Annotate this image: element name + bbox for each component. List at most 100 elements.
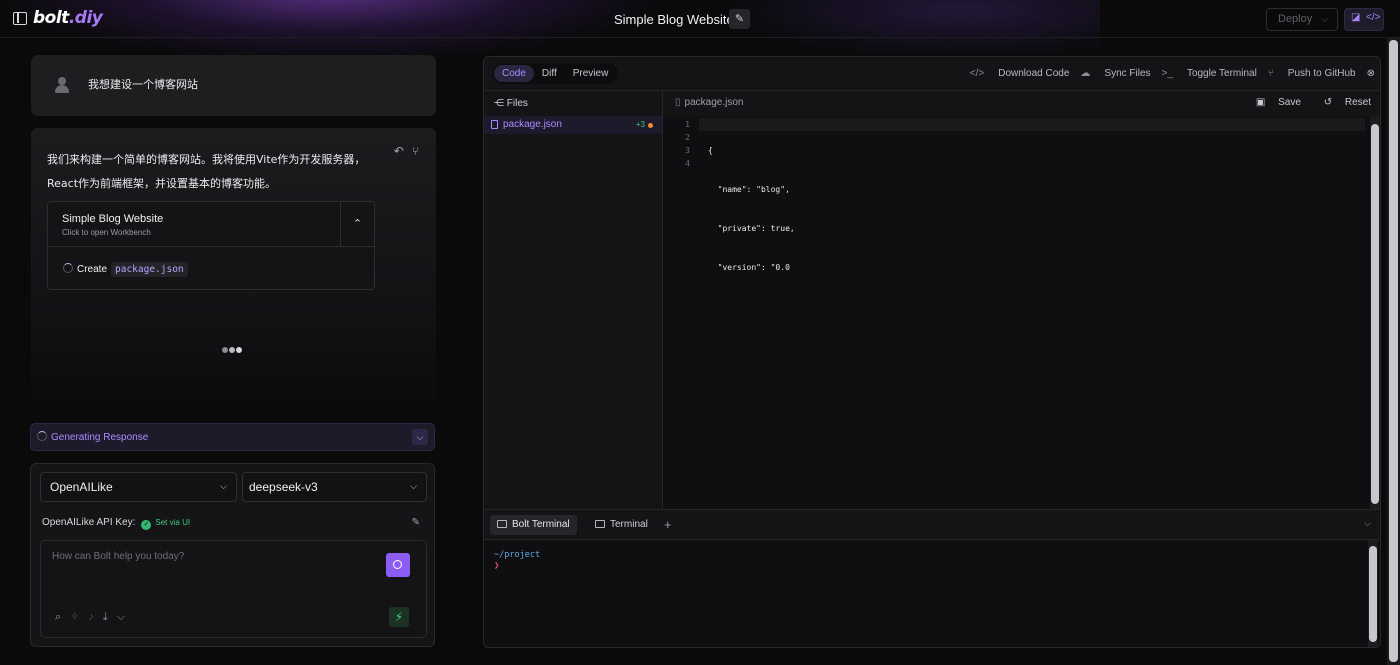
workbench-actions: </> Download Code ☁ Sync Files >_ Toggle Te… xyxy=(959,68,1375,79)
check-circle-icon: ✓ xyxy=(141,520,152,530)
assistant-message: ↶ ⑂ 我们来构建一个简单的博客网站。我将使用Vite作为开发服务器， React… xyxy=(31,128,436,418)
tab-diff[interactable]: Diff xyxy=(534,65,565,82)
artifact-action: Create package.json xyxy=(63,262,188,277)
sidebar-toggle-icon[interactable] xyxy=(13,12,27,25)
terminal-output[interactable]: ~/project ❯ xyxy=(484,540,1380,647)
file-name: package.json xyxy=(503,119,562,130)
reset-button[interactable]: ↺ Reset xyxy=(1314,97,1371,108)
lightning-icon: ⚡ xyxy=(394,610,404,624)
workbench: Code Diff Preview </> Download Code ☁ Sync… xyxy=(483,56,1381,648)
terminal-icon: >_ xyxy=(1161,68,1173,79)
terminal-icon xyxy=(497,520,507,528)
terminal-path: ~/project xyxy=(494,550,541,560)
terminal-icon xyxy=(595,520,605,528)
action-label: Create xyxy=(77,264,108,275)
push-to-github-button[interactable]: ⑂ Push to GitHub xyxy=(1268,68,1356,79)
code-icon: </> xyxy=(969,68,985,79)
code-line: { xyxy=(708,146,713,155)
artifact-header[interactable]: Simple Blog Website Click to open Workbe… xyxy=(48,202,374,247)
code-view-icon[interactable]: </> xyxy=(1366,12,1380,23)
prompt-toolbar: ⌕ ✧ ♪ ⤓ ⌵ xyxy=(55,610,134,624)
fork-icon[interactable]: ⑂ xyxy=(412,144,419,158)
chevron-down-icon[interactable]: ⌵ xyxy=(1364,518,1371,529)
message-actions: ↶ ⑂ xyxy=(386,144,419,158)
model-select[interactable]: deepseek-v3 ⌵ xyxy=(242,472,427,502)
file-icon: ▯ xyxy=(675,97,681,108)
file-tree-item[interactable]: package.json +3 xyxy=(484,116,662,134)
editor-file-tab[interactable]: ▯ package.json xyxy=(675,97,743,108)
artifact-card[interactable]: Simple Blog Website Click to open Workbe… xyxy=(47,201,375,290)
reset-icon: ↺ xyxy=(1323,97,1335,108)
tab-preview[interactable]: Preview xyxy=(565,65,617,82)
file-change-badge: +3 xyxy=(635,120,645,129)
api-key-status: Set via UI xyxy=(155,518,191,527)
project-title: Simple Blog Website xyxy=(614,12,734,27)
logo-accent-text: .diy xyxy=(68,8,103,28)
toggle-terminal-button[interactable]: >_ Toggle Terminal xyxy=(1162,68,1257,79)
code-line: "private": true, xyxy=(708,224,795,233)
download-icon[interactable]: ⤓ xyxy=(103,611,108,623)
chat-input-panel: OpenAILike ⌵ deepseek-v3 ⌵ OpenAILike AP… xyxy=(30,463,435,647)
deploy-button[interactable]: Deploy ⌵ xyxy=(1266,8,1338,31)
git-branch-icon: ⑂ xyxy=(1267,68,1274,79)
download-code-button[interactable]: </> Download Code xyxy=(970,68,1070,79)
app-logo[interactable]: bolt.diy xyxy=(33,8,103,28)
terminal-tabs: Bolt Terminal Terminal + ⌵ xyxy=(484,509,1380,540)
view-toggle[interactable]: ◪ </> xyxy=(1344,8,1384,31)
editor-tab-row: ▯ package.json ▣ Save ↺ Reset xyxy=(663,91,1380,116)
model-value: deepseek-v3 xyxy=(249,480,318,494)
chevron-down-icon: ⌵ xyxy=(220,481,227,491)
add-terminal-icon[interactable]: + xyxy=(664,517,672,532)
chevron-down-icon[interactable]: ⌵ xyxy=(117,611,125,623)
tab-terminal[interactable]: Terminal xyxy=(588,515,655,535)
chat-view-icon[interactable]: ◪ xyxy=(1351,12,1360,23)
assistant-text-line: 我们来构建一个简单的博客网站。我将使用Vite作为开发服务器， xyxy=(47,153,366,166)
code-lines: { "name": "blog", "private": true, "vers… xyxy=(708,118,795,300)
undo-icon[interactable]: ↶ xyxy=(394,144,404,158)
logo-text: bolt xyxy=(33,8,69,28)
record-button[interactable] xyxy=(386,553,410,577)
progress-expand-button[interactable]: ⌵ xyxy=(412,429,428,445)
save-icon: ▣ xyxy=(1255,97,1269,108)
edit-title-button[interactable]: ✎ xyxy=(729,9,750,29)
tab-code[interactable]: Code xyxy=(494,65,534,82)
sync-files-button[interactable]: ☁ Sync Files xyxy=(1080,68,1150,79)
file-icon xyxy=(491,120,498,129)
loading-spinner-icon xyxy=(63,263,73,273)
edit-api-key-button[interactable]: ✎ xyxy=(412,517,420,528)
sparkles-icon[interactable]: ✧ xyxy=(70,611,79,623)
current-line-highlight xyxy=(699,118,1365,131)
enhance-button[interactable]: ⚡ xyxy=(389,607,409,627)
provider-select[interactable]: OpenAILike ⌵ xyxy=(40,472,237,502)
loading-spinner-icon xyxy=(37,431,47,441)
tab-bolt-terminal[interactable]: Bolt Terminal xyxy=(490,515,577,535)
terminal-scrollbar[interactable] xyxy=(1368,540,1378,647)
save-button[interactable]: ▣ Save xyxy=(1246,97,1301,108)
code-area[interactable]: 1 2 3 4 { "name": "blog", "private": tru… xyxy=(663,116,1380,509)
editor-actions: ▣ Save ↺ Reset xyxy=(1236,97,1371,108)
progress-bar[interactable]: Generating Response ⌵ xyxy=(30,423,435,451)
terminal-prompt: ❯ xyxy=(494,561,500,571)
prompt-input[interactable] xyxy=(52,551,372,562)
line-numbers: 1 2 3 4 xyxy=(685,120,690,168)
close-icon[interactable]: ⊗ xyxy=(1367,68,1375,79)
pencil-icon: ✎ xyxy=(411,517,420,528)
artifact-collapse-button[interactable]: ⌃ xyxy=(340,202,374,247)
page-scrollbar[interactable] xyxy=(1387,38,1400,665)
editor-scrollbar[interactable] xyxy=(1370,116,1380,509)
api-key-label: OpenAILike API Key: xyxy=(42,517,136,528)
artifact-subtitle: Click to open Workbench xyxy=(62,228,151,237)
artifact-title: Simple Blog Website xyxy=(62,213,164,225)
microphone-icon[interactable]: ♪ xyxy=(88,611,94,623)
file-tree: ⋲ Files package.json +3 xyxy=(484,91,663,509)
attach-icon[interactable]: ⌕ xyxy=(55,611,61,623)
pencil-icon: ✎ xyxy=(734,13,745,25)
chevron-down-icon: ⌵ xyxy=(416,432,424,442)
assistant-text-line: React作为前端框架，并设置基本的博客功能。 xyxy=(47,177,277,190)
action-file: package.json xyxy=(111,262,188,277)
files-header: ⋲ Files xyxy=(494,98,528,109)
code-editor: ▯ package.json ▣ Save ↺ Reset 1 2 3 4 { "… xyxy=(663,91,1380,509)
workbench-toolbar: Code Diff Preview </> Download Code ☁ Sync… xyxy=(484,57,1380,91)
deploy-label: Deploy xyxy=(1278,13,1313,25)
user-message-text: 我想建设一个博客网站 xyxy=(88,78,198,91)
